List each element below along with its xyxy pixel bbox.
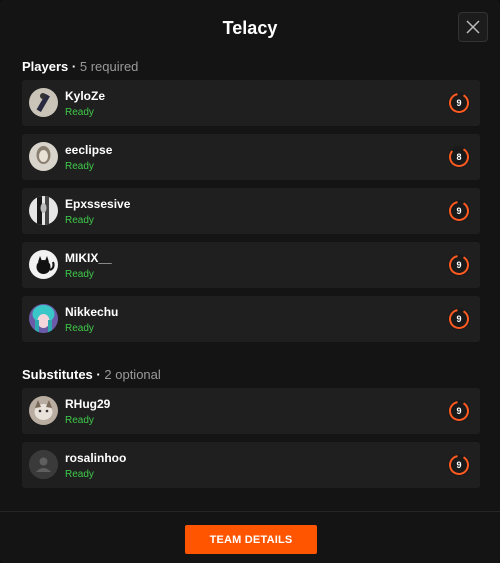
avatar-icon [29,250,58,279]
substitute-row[interactable]: rosalinhoo Ready 9 [22,442,480,488]
player-name: KyloZe [65,89,106,103]
skill-level-number: 9 [456,206,462,216]
skill-level-badge: 9 [447,399,471,423]
players-separator: · [71,59,77,74]
players-required-note: 5 required [79,59,139,74]
close-button[interactable] [458,12,488,42]
skill-level-number: 9 [456,406,462,416]
substitutes-label: Substitutes [22,367,93,382]
player-name: rosalinhoo [65,451,127,465]
player-status: Ready [65,469,94,480]
skill-level-number: 9 [456,460,462,470]
player-status: Ready [65,107,94,118]
players-label: Players [22,59,69,74]
modal-title: Telacy [222,18,278,38]
skill-level-number: 9 [456,314,462,324]
avatar-icon [29,396,58,425]
team-modal: Telacy Players · 5 required KyloZe Ready [0,0,500,563]
player-name: eeclipse [65,143,113,157]
player-row[interactable]: Epxssesive Ready 9 [22,188,480,234]
substitutes-section-title: Substitutes · 2 optional [22,367,161,382]
avatar-icon [29,88,58,117]
avatar-icon [29,142,58,171]
skill-level-badge: 9 [447,453,471,477]
skill-level-badge: 9 [447,307,471,331]
player-status: Ready [65,269,94,280]
skill-level-badge: 9 [447,91,471,115]
team-details-button[interactable]: TEAM DETAILS [185,525,317,554]
player-name: Epxssesive [65,197,131,211]
skill-level-badge: 8 [447,145,471,169]
player-row[interactable]: Nikkechu Ready 9 [22,296,480,342]
avatar-icon [29,196,58,225]
substitutes-list: RHug29 Ready 9 rosalinhoo Ready 9 [22,388,480,496]
substitutes-optional-note: 2 optional [104,367,161,382]
player-name: MIKIX__ [65,251,112,265]
player-name: Nikkechu [65,305,119,319]
substitutes-separator: · [96,367,101,382]
player-status: Ready [65,161,94,172]
player-status: Ready [65,415,94,426]
skill-level-badge: 9 [447,253,471,277]
player-row[interactable]: MIKIX__ Ready 9 [22,242,480,288]
skill-level-number: 9 [456,260,462,270]
player-status: Ready [65,323,94,334]
skill-level-number: 8 [456,152,462,162]
substitute-row[interactable]: RHug29 Ready 9 [22,388,480,434]
default-avatar-icon [29,450,58,479]
player-row[interactable]: eeclipse Ready 8 [22,134,480,180]
close-icon [466,20,480,34]
skill-level-number: 9 [456,98,462,108]
player-row[interactable]: KyloZe Ready 9 [22,80,480,126]
skill-level-badge: 9 [447,199,471,223]
avatar-icon [29,304,58,333]
player-name: RHug29 [65,397,111,411]
modal-footer: TEAM DETAILS [0,511,500,563]
player-status: Ready [65,215,94,226]
players-list: KyloZe Ready 9 eeclipse Ready 8 Epxssesi… [22,80,480,350]
players-section-title: Players · 5 required [22,59,138,74]
modal-header: Telacy [0,0,500,56]
